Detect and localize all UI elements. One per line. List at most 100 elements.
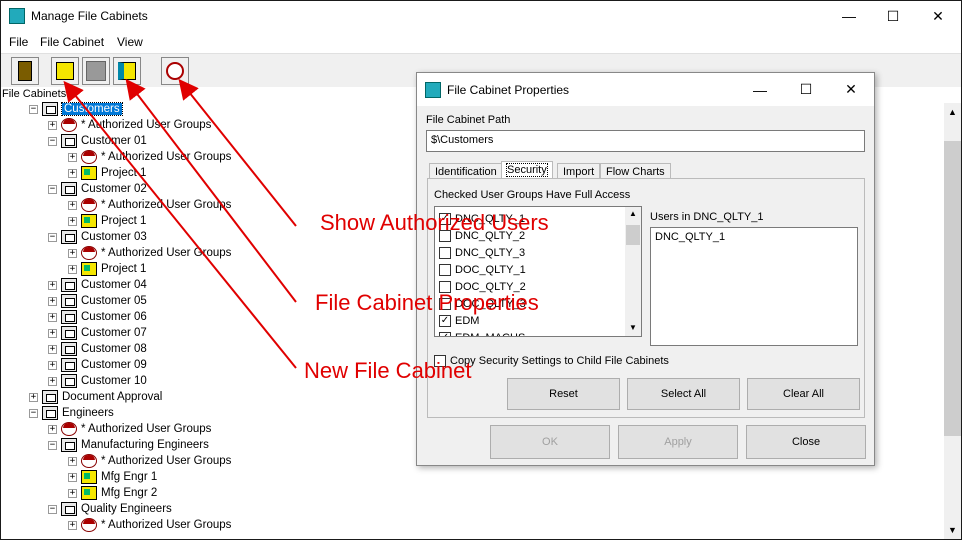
- expand-icon[interactable]: +: [48, 312, 57, 322]
- tree-node[interactable]: + Project 1: [68, 213, 146, 229]
- expand-icon[interactable]: +: [68, 456, 77, 466]
- expand-icon[interactable]: +: [68, 216, 77, 226]
- tree-node[interactable]: + Mfg Engr 2: [68, 485, 157, 501]
- show-authorized-users-button[interactable]: [161, 57, 189, 85]
- expand-icon[interactable]: +: [68, 168, 77, 178]
- tree-node[interactable]: + * Authorized User Groups: [68, 517, 231, 533]
- tree-node[interactable]: + Mfg Engr 1: [68, 469, 157, 485]
- close-dialog-button[interactable]: Close: [746, 425, 866, 459]
- tree-node[interactable]: − Customers: [29, 101, 123, 117]
- user-group-item[interactable]: DOC_QLTY_1: [435, 261, 625, 278]
- tree-node[interactable]: + Customer 09: [48, 357, 147, 373]
- tree-node[interactable]: − Engineers: [29, 405, 114, 421]
- collapse-icon[interactable]: −: [48, 504, 57, 514]
- expand-icon[interactable]: +: [29, 392, 38, 402]
- user-group-checkbox[interactable]: ✓: [439, 314, 451, 327]
- expand-icon[interactable]: +: [68, 200, 77, 210]
- tree-node[interactable]: + Customer 08: [48, 341, 147, 357]
- groups-scroll-up-icon[interactable]: ▲: [629, 209, 637, 218]
- new-file-cabinet-button[interactable]: [51, 57, 79, 85]
- scroll-down-icon[interactable]: ▼: [948, 525, 957, 535]
- file-cabinet-properties-button[interactable]: [113, 57, 141, 85]
- path-field[interactable]: $\Customers: [426, 130, 865, 152]
- groups-scrollbar-thumb[interactable]: [626, 225, 640, 245]
- expand-icon[interactable]: +: [48, 424, 57, 434]
- collapse-icon[interactable]: −: [48, 136, 57, 146]
- file-cabinet-icon: [61, 134, 77, 148]
- copy-settings-label: Copy Security Settings to Child File Cab…: [450, 355, 669, 367]
- collapse-icon[interactable]: −: [29, 408, 38, 418]
- expand-icon[interactable]: +: [68, 520, 77, 530]
- tree-node[interactable]: − Quality Engineers: [48, 501, 172, 517]
- users-list[interactable]: DNC_QLTY_1: [650, 227, 858, 346]
- tree-node[interactable]: − Customer 02: [48, 181, 147, 197]
- groups-scroll-down-icon[interactable]: ▼: [629, 323, 637, 332]
- user-group-checkbox[interactable]: ✓: [439, 331, 451, 336]
- collapse-icon[interactable]: −: [29, 104, 38, 114]
- tree-node[interactable]: + Customer 10: [48, 373, 147, 389]
- dialog-minimize-button[interactable]: —: [737, 73, 783, 106]
- menu-view[interactable]: View: [117, 35, 143, 49]
- ok-button[interactable]: OK: [490, 425, 610, 459]
- collapse-icon[interactable]: −: [48, 184, 57, 194]
- dialog-maximize-button[interactable]: ☐: [783, 73, 829, 106]
- expand-icon[interactable]: +: [68, 488, 77, 498]
- file-cabinet-icon: [61, 182, 77, 196]
- menu-file-cabinet[interactable]: File Cabinet: [40, 35, 104, 49]
- tree-node-label: Mfg Engr 2: [101, 487, 158, 499]
- expand-icon[interactable]: +: [68, 264, 77, 274]
- expand-icon[interactable]: +: [48, 120, 57, 130]
- tree-node-label: Quality Engineers: [81, 503, 172, 515]
- tree-node[interactable]: + Customer 04: [48, 277, 147, 293]
- minimize-button[interactable]: —: [826, 1, 872, 31]
- tree-node[interactable]: + Customer 05: [48, 293, 147, 309]
- expand-icon[interactable]: +: [48, 376, 57, 386]
- tree-node[interactable]: + * Authorized User Groups: [68, 245, 231, 261]
- expand-icon[interactable]: +: [68, 152, 77, 162]
- user-item[interactable]: DNC_QLTY_1: [655, 231, 725, 243]
- expand-icon[interactable]: +: [68, 472, 77, 482]
- user-group-item[interactable]: DNC_QLTY_3: [435, 244, 625, 261]
- tree-node[interactable]: + Project 1: [68, 165, 146, 181]
- collapse-icon[interactable]: −: [48, 440, 57, 450]
- file-cabinet-icon: [42, 390, 58, 404]
- tree-node[interactable]: + * Authorized User Groups: [48, 117, 211, 133]
- close-button[interactable]: ✕: [915, 1, 961, 31]
- tree-scrollbar-thumb[interactable]: [944, 141, 961, 436]
- tree-node[interactable]: + Project 1: [68, 261, 146, 277]
- user-group-checkbox[interactable]: [439, 263, 451, 276]
- reset-button[interactable]: Reset: [507, 378, 620, 410]
- expand-icon[interactable]: +: [48, 360, 57, 370]
- expand-icon[interactable]: +: [48, 344, 57, 354]
- tree-node[interactable]: + Customer 07: [48, 325, 147, 341]
- tree-node-label: Customer 02: [81, 183, 147, 195]
- tree-node[interactable]: − Manufacturing Engineers: [48, 437, 209, 453]
- select-all-button[interactable]: Select All: [627, 378, 740, 410]
- groups-scrollbar[interactable]: ▲ ▼: [625, 207, 641, 336]
- disabled-toolbar-button[interactable]: [82, 57, 110, 85]
- tree-node-label: Customer 01: [81, 135, 147, 147]
- maximize-button[interactable]: ☐: [870, 1, 916, 31]
- dialog-close-button[interactable]: ✕: [828, 73, 874, 106]
- menu-file[interactable]: File: [9, 35, 28, 49]
- tree-node[interactable]: + * Authorized User Groups: [68, 197, 231, 213]
- tree-node[interactable]: − Customer 01: [48, 133, 147, 149]
- open-door-button[interactable]: [11, 57, 39, 85]
- user-group-item[interactable]: ✓ EDM_MACHS: [435, 329, 625, 336]
- tree-node[interactable]: + * Authorized User Groups: [68, 149, 231, 165]
- clear-all-button[interactable]: Clear All: [747, 378, 860, 410]
- tree-node[interactable]: + * Authorized User Groups: [48, 421, 211, 437]
- apply-button[interactable]: Apply: [618, 425, 738, 459]
- expand-icon[interactable]: +: [68, 248, 77, 258]
- collapse-icon[interactable]: −: [48, 232, 57, 242]
- tree-node[interactable]: + * Authorized User Groups: [68, 453, 231, 469]
- scroll-up-icon[interactable]: ▲: [948, 107, 957, 117]
- tree-node[interactable]: − Customer 03: [48, 229, 147, 245]
- tree-node[interactable]: + Customer 06: [48, 309, 147, 325]
- expand-icon[interactable]: +: [48, 328, 57, 338]
- expand-icon[interactable]: +: [48, 296, 57, 306]
- user-group-checkbox[interactable]: [439, 246, 451, 259]
- tree-node[interactable]: + Document Approval: [29, 389, 162, 405]
- expand-icon[interactable]: +: [48, 280, 57, 290]
- tree-node-label: Customer 03: [81, 231, 147, 243]
